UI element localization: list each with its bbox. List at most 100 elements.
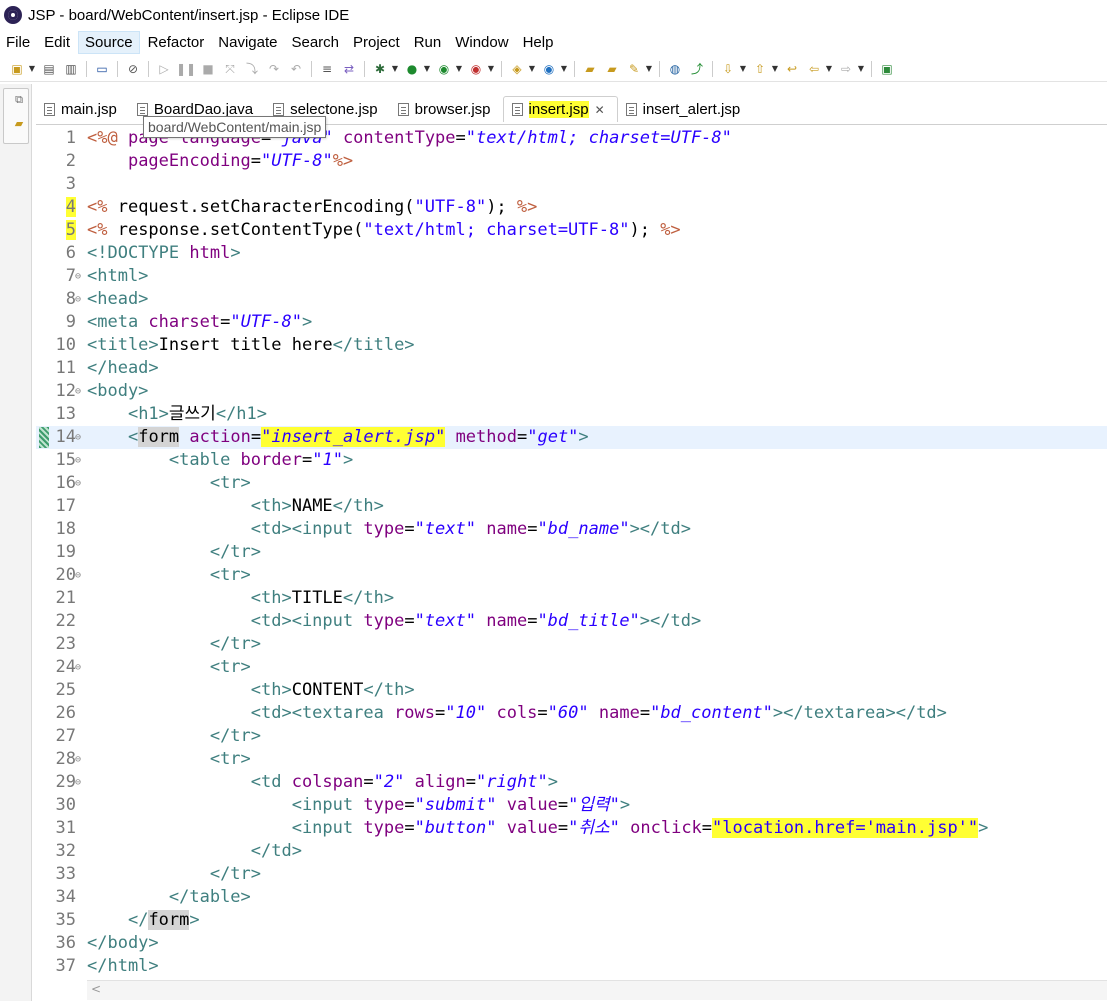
code-token: response.setContentType( [117,220,364,240]
resume-icon[interactable]: ▷ [156,61,172,77]
new-class-icon[interactable]: ◉ [541,61,557,77]
step-return-icon[interactable]: ↶ [288,61,304,77]
line-number: 13 [55,404,76,424]
code-line: 10 <title>Insert title here</title> [36,334,1107,357]
menu-help[interactable]: Help [517,32,560,53]
tab-browser-jsp[interactable]: browser.jsp [390,96,503,122]
line-number: 23 [55,634,76,654]
tab-insert-alert-jsp[interactable]: insert_alert.jsp [618,96,753,122]
fold-toggle-icon[interactable]: ⊖ [75,771,85,794]
back-dropdown-icon[interactable]: ▼ [825,61,833,77]
new-dropdown-icon[interactable]: ▼ [28,61,36,77]
project-explorer-icon[interactable]: ▰ [12,117,26,131]
next-annotation-dropdown-icon[interactable]: ▼ [739,61,747,77]
code-line: 35 </form> [36,909,1107,932]
tab-main-jsp[interactable]: main.jsp [36,96,129,122]
fold-toggle-icon[interactable]: ⊖ [75,265,85,288]
fold-toggle-icon[interactable]: ⊖ [75,472,85,495]
restore-icon[interactable]: ⧉ [12,93,26,107]
external-tools-icon[interactable]: ◉ [468,61,484,77]
previous-annotation-icon[interactable]: ⇧ [752,61,768,77]
new-java-project-dropdown-icon[interactable]: ▼ [528,61,536,77]
code-token: </html> [87,956,159,976]
run-icon[interactable]: ● [404,61,420,77]
run-dropdown-icon[interactable]: ▼ [423,61,431,77]
search-icon[interactable]: ✎ [626,61,642,77]
code-token: align [414,772,466,792]
step-over-icon[interactable]: ↷ [266,61,282,77]
code-line: 4 <% request.setCharacterEncoding("UTF-8"… [36,196,1107,219]
new-class-dropdown-icon[interactable]: ▼ [560,61,568,77]
horizontal-scrollbar[interactable]: < [87,980,1107,1000]
next-annotation-icon[interactable]: ⇩ [720,61,736,77]
code-text: <tr> [87,564,251,587]
disconnect-icon[interactable]: ⤧ [222,61,238,77]
code-editor[interactable]: 1 <%@ page language="java" contentType="t… [36,124,1107,1001]
step-into-icon[interactable]: ⤵ [244,61,260,77]
menu-search[interactable]: Search [285,32,345,53]
new-java-project-icon[interactable]: ◈ [509,61,525,77]
code-line: 14 ⊖ <form action="insert_alert.jsp" meth… [36,426,1107,449]
suspend-icon[interactable]: ❚❚ [176,61,196,77]
code-text: <table border="1"> [87,449,353,472]
close-icon[interactable]: ✕ [595,103,605,117]
external-tools-dropdown-icon[interactable]: ▼ [487,61,495,77]
block-selection-icon[interactable]: ⇄ [341,61,357,77]
menu-window[interactable]: Window [449,32,514,53]
open-task-icon[interactable]: ⤴ [689,61,705,77]
code-token: <input [291,818,364,838]
menu-refactor[interactable]: Refactor [142,32,211,53]
fold-toggle-icon[interactable]: ⊖ [75,748,85,771]
skip-breakpoints-icon[interactable]: ⊘ [125,61,141,77]
run-server-icon[interactable]: ◉ [436,61,452,77]
fold-toggle-icon[interactable]: ⊖ [75,449,85,472]
debug-icon[interactable]: ✱ [372,61,388,77]
fold-toggle-icon[interactable]: ⊖ [75,426,85,449]
search-dropdown-icon[interactable]: ▼ [645,61,653,77]
run-server-dropdown-icon[interactable]: ▼ [455,61,463,77]
globe-icon[interactable]: ◍ [667,61,683,77]
code-token: TITLE [291,588,343,608]
code-line: 23 </tr> [36,633,1107,656]
line-number: 4 [36,196,76,219]
save-all-icon[interactable]: ▥ [63,61,79,77]
open-perspective-icon[interactable]: ▣ [879,61,895,77]
previous-annotation-dropdown-icon[interactable]: ▼ [771,61,779,77]
menu-file[interactable]: File [0,32,36,53]
code-token: <%@ [87,128,128,148]
code-line: 17 <th>NAME</th> [36,495,1107,518]
code-token: = [516,427,528,447]
toggle-mark-icon[interactable]: ≡ [319,61,335,77]
menu-run[interactable]: Run [408,32,448,53]
open-type-icon[interactable]: ▰ [582,61,598,77]
scroll-left-icon[interactable]: < [91,982,101,996]
back-icon[interactable]: ⇦ [806,61,822,77]
menu-project[interactable]: Project [347,32,406,53]
line-number: 14 [55,427,76,447]
fold-toggle-icon[interactable]: ⊖ [75,288,85,311]
fold-toggle-icon[interactable]: ⊖ [75,656,85,679]
terminal-icon[interactable]: ▭ [94,61,110,77]
code-token: </th> [342,588,395,608]
line-number: 22 [55,611,76,631]
code-token: = [557,818,569,838]
fold-toggle-icon[interactable]: ⊖ [75,564,85,587]
menu-navigate[interactable]: Navigate [212,32,283,53]
code-token: <th> [250,680,292,700]
code-token: <title> [87,335,159,355]
forward-icon[interactable]: ⇨ [838,61,854,77]
forward-dropdown-icon[interactable]: ▼ [857,61,865,77]
menu-source[interactable]: Source [78,30,140,54]
fold-toggle-icon[interactable]: ⊖ [75,380,85,403]
last-edit-icon[interactable]: ↩ [784,61,800,77]
save-icon[interactable]: ▤ [41,61,57,77]
open-folder-icon[interactable]: ▰ [604,61,620,77]
new-icon[interactable]: ▣ [9,61,25,77]
tab-insert-jsp[interactable]: insert.jsp ✕ [502,96,618,122]
code-line: 27 </tr> [36,725,1107,748]
menu-edit[interactable]: Edit [38,32,76,53]
debug-dropdown-icon[interactable]: ▼ [391,61,399,77]
code-token: <!DOCTYPE [87,243,190,263]
terminate-icon[interactable]: ■ [200,61,216,77]
